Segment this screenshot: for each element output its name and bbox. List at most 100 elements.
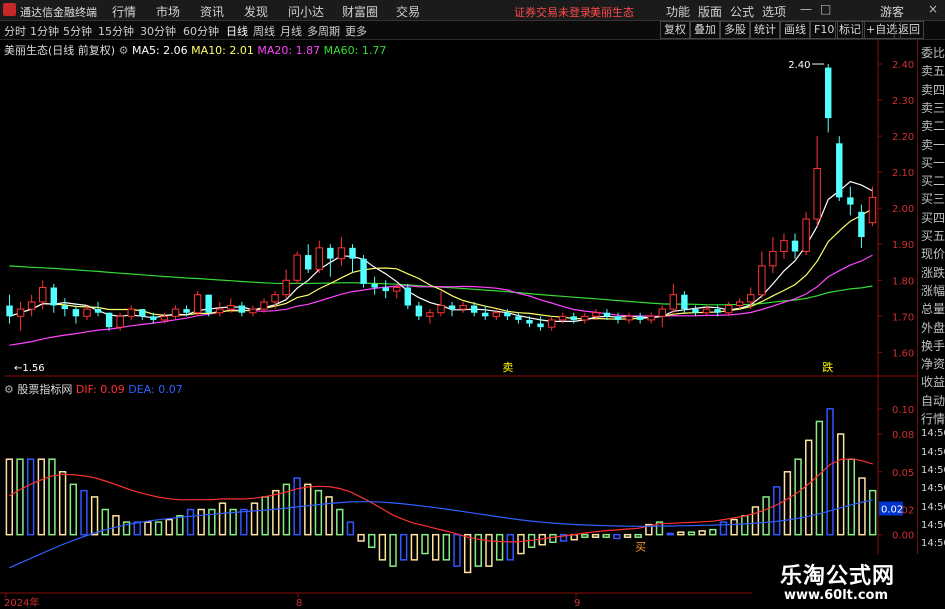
quote-panel-item[interactable]: 14:50: [921, 447, 945, 458]
macd-bar: [58, 471, 67, 536]
macd-bar: [837, 433, 845, 536]
minimize-icon[interactable]: —: [800, 2, 812, 16]
overlay-button[interactable]: 叠加: [690, 21, 720, 39]
macd-bar: [378, 533, 387, 561]
adjust-button[interactable]: 复权: [660, 21, 690, 39]
quote-panel-item[interactable]: 14:50: [921, 502, 945, 513]
guest-button[interactable]: 游客: [880, 3, 904, 20]
candle-body: [747, 294, 755, 303]
macd-bar: [90, 496, 99, 536]
macd-bar: [687, 531, 696, 536]
macd-bar: [506, 533, 514, 561]
menu-bar: 通达信金融终端 行情 市场 资讯 发现 问小达 财富圈 交易 证券交易未登录 美…: [0, 0, 945, 21]
quote-panel-item[interactable]: 买三: [921, 190, 945, 207]
candle-body: [426, 312, 434, 317]
macd-bar: [591, 533, 600, 538]
back-button[interactable]: 返回: [894, 21, 924, 39]
maximize-icon[interactable]: □: [820, 2, 831, 16]
quote-panel-item[interactable]: 买二: [921, 172, 945, 189]
candle-body: [459, 305, 467, 310]
menu-item-options[interactable]: 选项: [762, 3, 786, 20]
login-notice[interactable]: 证券交易未登录: [514, 4, 591, 20]
quote-panel-item[interactable]: 买五: [921, 227, 945, 244]
quote-panel-item[interactable]: 14:50: [921, 538, 945, 549]
period-tab-monthly[interactable]: 月线: [280, 23, 302, 39]
period-tab-30min[interactable]: 30分钟: [140, 23, 176, 39]
menu-item-discover[interactable]: 发现: [244, 3, 268, 20]
period-tab-1min[interactable]: 1分钟: [30, 23, 59, 39]
menu-item-ask[interactable]: 问小达: [288, 3, 324, 20]
draw-line-button[interactable]: 画线: [780, 21, 810, 39]
quote-panel-item[interactable]: 卖四: [921, 81, 945, 98]
kline-title: 美丽生态(日线 前复权): [4, 44, 116, 57]
period-tab-5min[interactable]: 5分钟: [63, 23, 92, 39]
settings-icon[interactable]: ⚙: [119, 44, 132, 57]
quote-panel-item[interactable]: 总量: [921, 300, 945, 317]
quote-panel-item[interactable]: 委比: [921, 44, 945, 61]
menu-item-market-quote[interactable]: 行情: [112, 3, 136, 20]
current-stock-notice[interactable]: 美丽生态: [590, 4, 634, 20]
macd-bar: [826, 408, 834, 536]
period-tab-more[interactable]: 更多: [345, 23, 367, 39]
close-icon[interactable]: ×: [928, 2, 938, 16]
multi-stock-button[interactable]: 多股: [720, 21, 750, 39]
menu-item-trade[interactable]: 交易: [396, 3, 420, 20]
quote-panel-item[interactable]: 14:50: [921, 465, 945, 476]
dif-label: DIF: 0.09: [75, 383, 125, 396]
statistics-button[interactable]: 统计: [750, 21, 780, 39]
menu-item-news[interactable]: 资讯: [200, 3, 224, 20]
candle-body: [526, 319, 533, 324]
quote-panel-item[interactable]: 卖二: [921, 117, 945, 134]
macd-current-value: 0.02: [881, 505, 903, 516]
quote-panel-item[interactable]: 14:50: [921, 520, 945, 531]
period-tab-multi[interactable]: 多周期: [307, 23, 340, 39]
macd-bar: [794, 458, 802, 536]
macd-bar: [709, 528, 717, 536]
quote-panel-item[interactable]: 14:50: [921, 428, 945, 439]
menu-item-wealth[interactable]: 财富圈: [342, 3, 378, 20]
candle-body: [570, 316, 577, 320]
price-tick-label: 2.40: [892, 60, 914, 71]
quote-panel-item[interactable]: 买四: [921, 209, 945, 226]
mark-button[interactable]: 标记: [835, 21, 865, 39]
quote-panel-item[interactable]: 外盘: [921, 319, 945, 336]
quote-panel-item[interactable]: 现价: [921, 245, 945, 262]
period-tab-weekly[interactable]: 周线: [253, 23, 275, 39]
quote-panel-item[interactable]: 卖一: [921, 136, 945, 153]
quote-panel-item[interactable]: 卖五: [921, 62, 945, 79]
menu-item-layout[interactable]: 版面: [698, 3, 722, 20]
ma5-label: MA5: 2.06: [131, 44, 188, 57]
candle-body: [736, 301, 744, 307]
period-tab-daily[interactable]: 日线: [226, 23, 248, 39]
candle-body: [482, 312, 489, 317]
quote-panel-item[interactable]: 涨跌: [921, 264, 945, 281]
macd-bar: [48, 458, 56, 536]
watermark-title: 乐淘公式网: [780, 564, 896, 589]
candle-body: [249, 308, 257, 314]
quote-panel-item[interactable]: 买一: [921, 154, 945, 171]
macd-bar: [762, 496, 770, 536]
macd-bar: [325, 496, 333, 536]
quote-panel-item[interactable]: 涨幅: [921, 282, 945, 299]
candle-body: [282, 279, 290, 296]
quote-panel-item[interactable]: 卖三: [921, 99, 945, 116]
quote-panel-item[interactable]: 换手: [921, 337, 945, 354]
menu-item-market[interactable]: 市场: [156, 3, 180, 20]
quote-panel-item[interactable]: 净资: [921, 355, 945, 372]
period-tab-intraday[interactable]: 分时: [4, 23, 26, 39]
period-tab-60min[interactable]: 60分钟: [183, 23, 219, 39]
macd-bar: [431, 533, 440, 561]
macd-bar: [730, 518, 738, 536]
quote-panel-item[interactable]: 收益: [921, 373, 945, 390]
settings-icon[interactable]: ⚙: [4, 383, 17, 396]
candle-body: [825, 67, 832, 119]
quote-panel-item[interactable]: 自动: [921, 392, 945, 409]
menu-item-formula[interactable]: 公式: [730, 3, 754, 20]
quote-panel-item[interactable]: 行情: [921, 410, 945, 427]
quote-panel-item[interactable]: 14:50: [921, 483, 945, 494]
macd-bar: [272, 489, 280, 536]
period-tab-15min[interactable]: 15分钟: [98, 23, 134, 39]
menu-item-function[interactable]: 功能: [666, 3, 690, 20]
stock-chart[interactable]: 2.40 2.30 2.20 2.10 2.00 1.90 1.80 1.70 1.60 0.10…: [0, 40, 917, 609]
candle-body: [393, 286, 401, 292]
